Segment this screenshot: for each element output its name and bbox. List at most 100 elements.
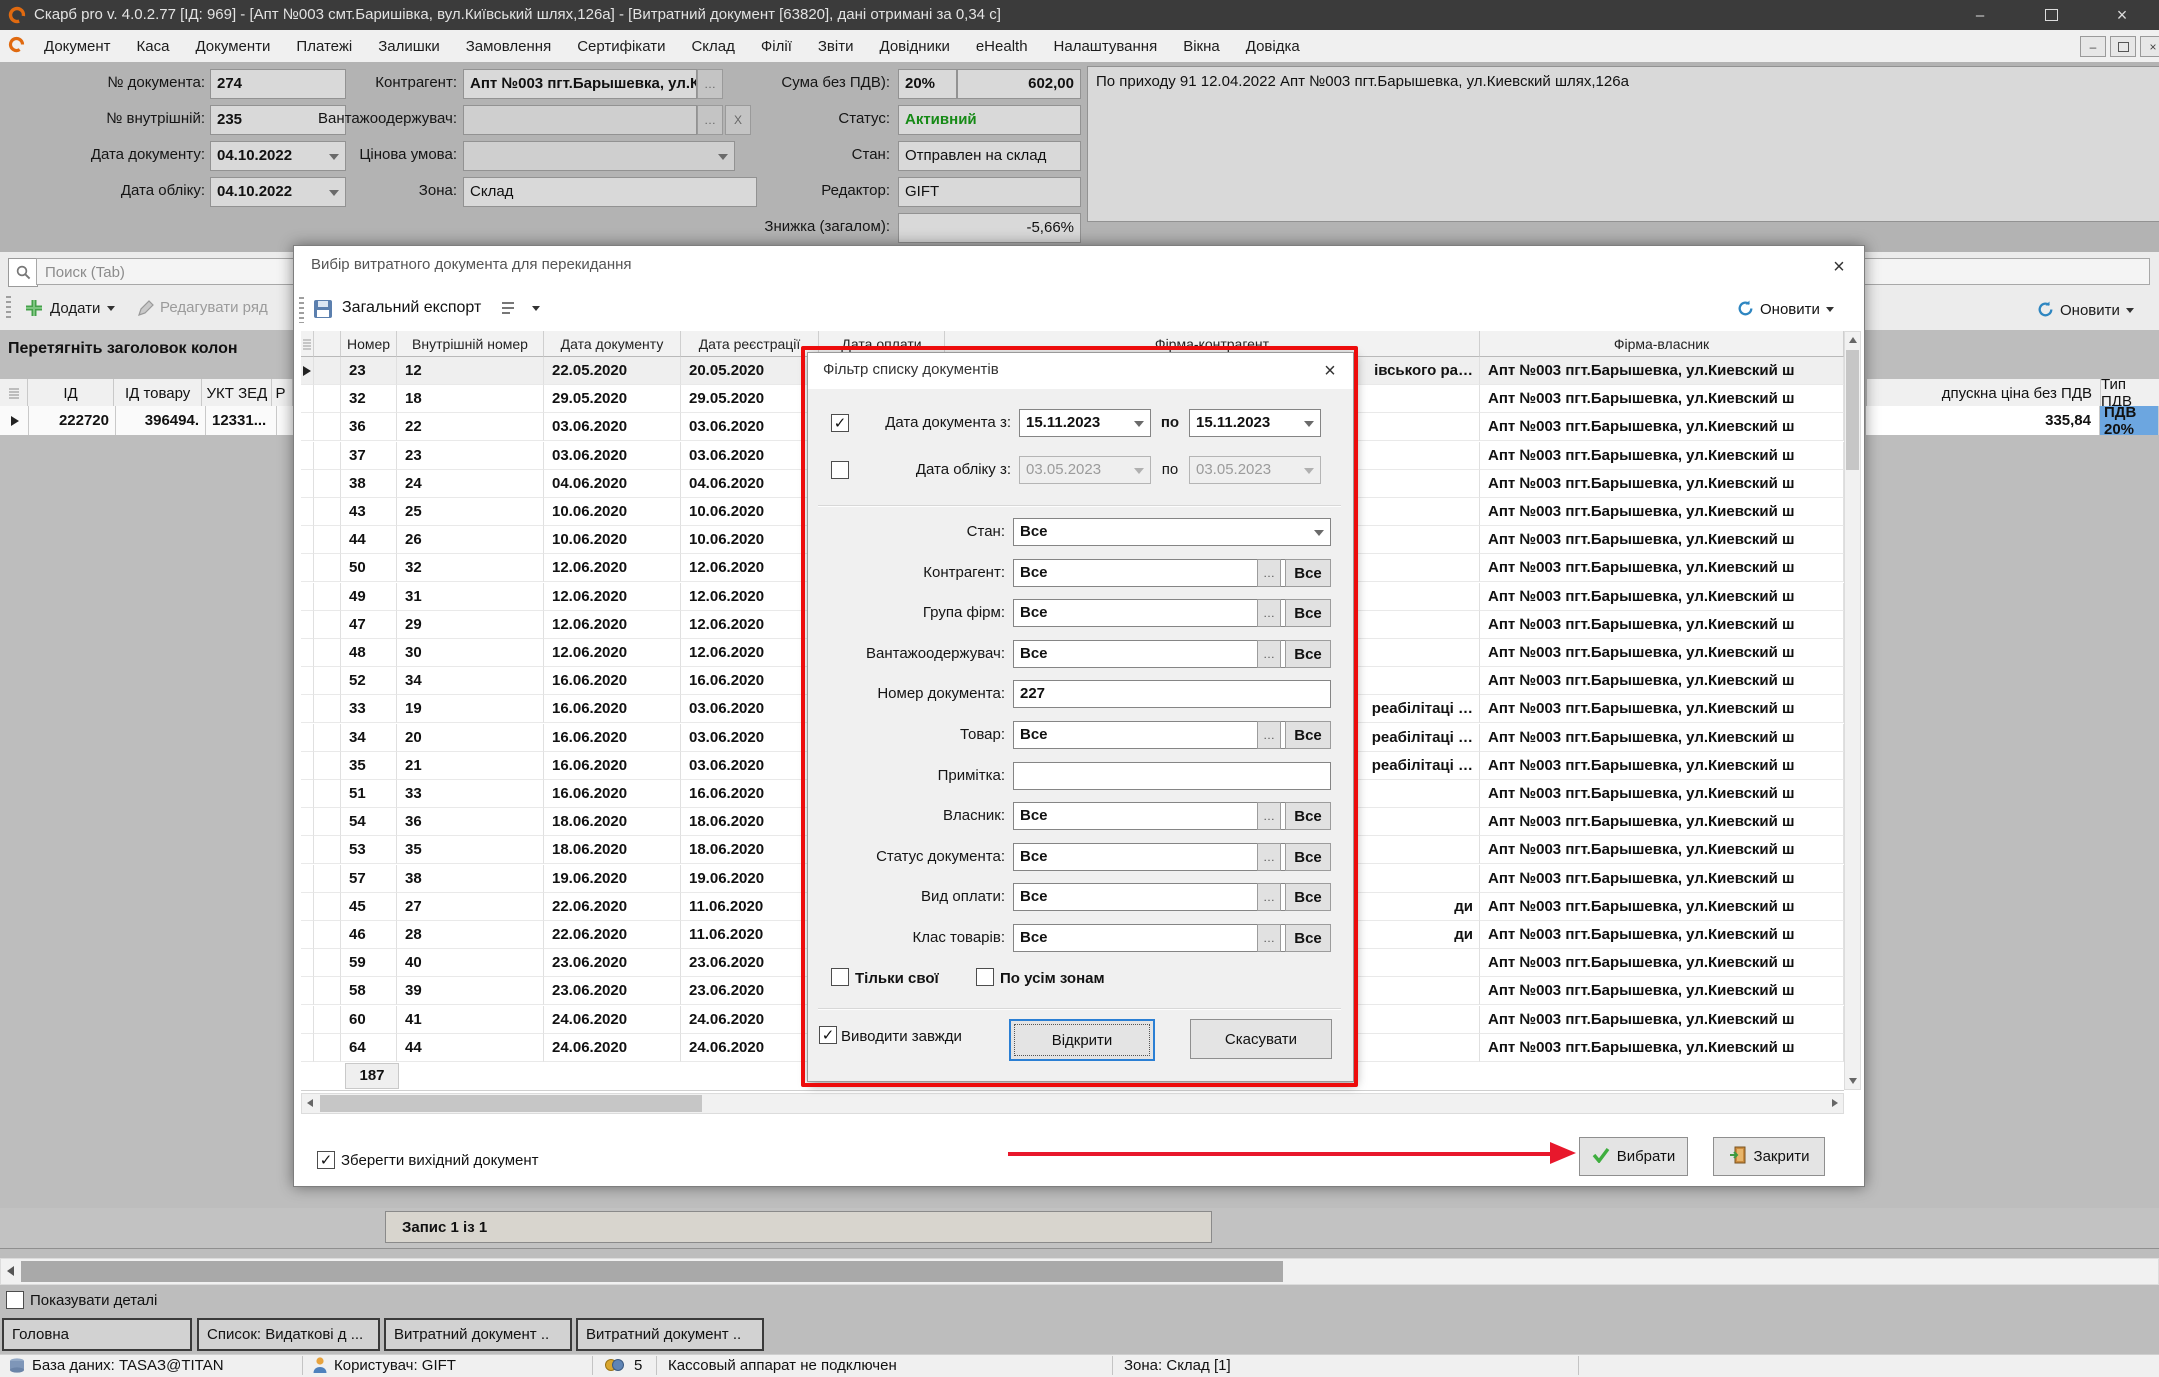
filter-more-button-5[interactable]: … (1257, 721, 1281, 749)
checkbox-unchecked-icon[interactable] (6, 1291, 24, 1309)
column-header[interactable]: Дата документу (544, 331, 681, 357)
bottom-scrollbar[interactable] (0, 1258, 2159, 1285)
horizontal-scrollbar[interactable] (301, 1093, 1844, 1114)
filter-more-button-9[interactable]: … (1257, 883, 1281, 911)
minimize-button[interactable]: – (1957, 0, 2003, 30)
menu-item-замовлення[interactable]: Замовлення (453, 30, 564, 62)
close-button[interactable]: × (2099, 0, 2145, 30)
filter-all-button-9[interactable]: Все (1285, 883, 1331, 911)
main-refresh-button[interactable]: Оновити (2060, 298, 2134, 322)
scroll-left-icon[interactable] (307, 1099, 313, 1107)
consignee-field[interactable] (463, 105, 697, 135)
search-icon[interactable] (8, 258, 38, 287)
menu-item-склад[interactable]: Склад (678, 30, 747, 62)
vertical-scrollbar[interactable] (1844, 331, 1861, 1090)
cancel-button[interactable]: Скасувати (1190, 1019, 1332, 1059)
filter-all-button-1[interactable]: Все (1285, 559, 1331, 587)
menu-item-ehealth[interactable]: eHealth (963, 30, 1041, 62)
menu-item-документи[interactable]: Документи (182, 30, 283, 62)
menu-item-каса[interactable]: Каса (124, 30, 183, 62)
menu-item-залишки[interactable]: Залишки (365, 30, 453, 62)
date-acc-from[interactable]: 03.05.2023 (1019, 456, 1151, 484)
filter-more-button-10[interactable]: … (1257, 924, 1281, 952)
filter-all-button-2[interactable]: Все (1285, 599, 1331, 627)
filter-close-icon[interactable]: × (1315, 358, 1345, 384)
filter-more-button-8[interactable]: … (1257, 843, 1281, 871)
filter-all-button-5[interactable]: Все (1285, 721, 1331, 749)
date-acc-to[interactable]: 03.05.2023 (1189, 456, 1321, 484)
chevron-down-icon[interactable] (1134, 421, 1144, 427)
menu-item-налаштування[interactable]: Налаштування (1041, 30, 1171, 62)
save-source-checkbox[interactable]: ✓ Зберегти вихідний документ (317, 1151, 539, 1169)
select-button[interactable]: Вибрати (1579, 1137, 1688, 1176)
maximize-button[interactable] (2028, 0, 2074, 30)
show-details-checkbox[interactable]: Показувати деталі (6, 1291, 157, 1309)
filter-field-9[interactable]: Все (1013, 883, 1293, 911)
menu-item-звіти[interactable]: Звіти (805, 30, 867, 62)
tab-expense-doc-1[interactable]: Витратний документ .. (384, 1318, 572, 1351)
filter-field-0[interactable]: Все (1013, 518, 1331, 546)
filter-more-button-7[interactable]: … (1257, 802, 1281, 830)
toolbar-grip[interactable] (299, 297, 304, 323)
always-show-checkbox[interactable]: ✓ (819, 1026, 837, 1044)
menu-item-документ[interactable]: Документ (31, 30, 124, 62)
menu-item-платежі[interactable]: Платежі (283, 30, 365, 62)
filter-field-6[interactable] (1013, 762, 1331, 790)
left-grid-row[interactable]: 222720 396494. 12331... (0, 406, 293, 436)
left-grid-header-id[interactable]: ІД (28, 379, 114, 407)
filter-field-8[interactable]: Все (1013, 843, 1293, 871)
tab-main[interactable]: Головна (2, 1318, 192, 1351)
checkbox-checked-icon[interactable]: ✓ (317, 1151, 335, 1169)
scrollbar-thumb[interactable] (21, 1261, 1283, 1282)
scrollbar-thumb[interactable] (1846, 350, 1859, 470)
filter-more-button-3[interactable]: … (1257, 640, 1281, 668)
only-own-checkbox[interactable] (831, 968, 849, 986)
column-header[interactable]: Номер (341, 331, 397, 357)
filter-all-button-10[interactable]: Все (1285, 924, 1331, 952)
menu-item-довідники[interactable]: Довідники (867, 30, 963, 62)
date-doc-from[interactable]: 15.11.2023 (1019, 409, 1151, 437)
dialog-refresh-button[interactable]: Оновити (1760, 297, 1834, 321)
all-zones-checkbox[interactable] (976, 968, 994, 986)
filter-field-3[interactable]: Все (1013, 640, 1293, 668)
menu-item-довідка[interactable]: Довідка (1233, 30, 1313, 62)
filter-field-10[interactable]: Все (1013, 924, 1293, 952)
menu-item-вікна[interactable]: Вікна (1170, 30, 1233, 62)
scrollbar-thumb[interactable] (320, 1095, 702, 1112)
column-header[interactable]: Фірма-власник (1480, 331, 1844, 357)
filter-more-button-1[interactable]: … (1257, 559, 1281, 587)
filter-field-1[interactable]: Все (1013, 559, 1293, 587)
close-dialog-button[interactable]: Закрити (1713, 1137, 1825, 1176)
scroll-down-icon[interactable] (1849, 1078, 1857, 1084)
right-grid-header-price[interactable]: дпускна ціна без ПДВ (1867, 379, 2101, 407)
price-condition-field[interactable] (463, 141, 735, 171)
left-grid-header-product-id[interactable]: ІД товару (114, 379, 203, 407)
tab-expense-doc-2[interactable]: Витратний документ .. (576, 1318, 764, 1351)
chevron-down-icon[interactable] (1314, 530, 1324, 536)
right-grid-row[interactable]: 335,84 ПДВ 20% (1866, 406, 2159, 436)
list-options-icon[interactable] (499, 299, 521, 323)
date-doc-checkbox[interactable]: ✓ (831, 414, 849, 432)
filter-field-4[interactable]: 227 (1013, 680, 1331, 708)
menu-item-філії[interactable]: Філії (748, 30, 805, 62)
filter-field-5[interactable]: Все (1013, 721, 1293, 749)
menu-item-сертифікати[interactable]: Сертифікати (564, 30, 678, 62)
contragent-field[interactable]: Апт №003 пгт.Барышевка, ул.Киев (463, 69, 697, 99)
scroll-up-icon[interactable] (1849, 337, 1857, 343)
child-restore-button[interactable] (2110, 36, 2136, 57)
filter-field-2[interactable]: Все (1013, 599, 1293, 627)
filter-all-button-8[interactable]: Все (1285, 843, 1331, 871)
child-minimize-button[interactable]: – (2080, 36, 2106, 57)
general-export-button[interactable]: Загальний експорт (342, 299, 481, 317)
filter-more-button-2[interactable]: … (1257, 599, 1281, 627)
child-close-button[interactable]: × (2140, 36, 2159, 57)
filter-all-button-7[interactable]: Все (1285, 802, 1331, 830)
scroll-left-icon[interactable] (7, 1266, 14, 1276)
scroll-right-icon[interactable] (1832, 1099, 1838, 1107)
add-button[interactable]: Додати (50, 296, 115, 320)
column-header[interactable]: Дата реєстрації (681, 331, 819, 357)
left-grid-header-ukt[interactable]: УКТ ЗЕД (202, 379, 272, 407)
edit-row-button[interactable]: Редагувати ряд (160, 299, 268, 316)
date-acc-checkbox[interactable] (831, 461, 849, 479)
dialog-close-icon[interactable]: × (1824, 254, 1854, 280)
